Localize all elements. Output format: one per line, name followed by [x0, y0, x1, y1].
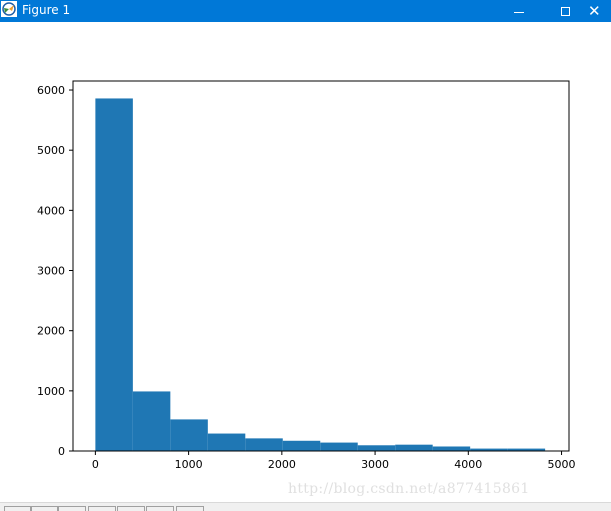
save-icon[interactable]	[176, 506, 204, 511]
histogram-bars	[95, 98, 546, 451]
histogram-bar-1	[132, 391, 171, 451]
histogram-bar-6	[320, 442, 358, 451]
x-axis-ticks: 0 1000 2000 3000 4000 5000	[92, 451, 576, 471]
home-icon[interactable]	[4, 506, 32, 511]
y-tick-label-4: 4000	[37, 204, 65, 217]
maximize-button[interactable]	[542, 0, 588, 22]
histogram-bar-9	[432, 446, 471, 451]
close-icon: ✕	[588, 1, 601, 20]
figure-canvas[interactable]: 0 1000 2000 3000 4000 5000 0 1000 2000 3000 4000 5…	[0, 22, 611, 502]
zoom-icon[interactable]	[117, 506, 145, 511]
window-title: Figure 1	[22, 3, 71, 17]
back-icon[interactable]	[30, 506, 58, 511]
histogram-bar-2	[170, 419, 208, 451]
x-tick-label-1: 1000	[175, 458, 203, 471]
subplots-icon[interactable]	[146, 506, 174, 511]
histogram-bar-5	[282, 440, 321, 451]
forward-icon[interactable]	[58, 506, 86, 511]
histogram-bar-3	[207, 433, 246, 451]
watermark-text: http://blog.csdn.net/a877415861	[288, 481, 530, 497]
y-tick-label-6: 6000	[37, 84, 65, 97]
maximize-icon	[560, 6, 570, 16]
y-tick-label-0: 0	[58, 445, 65, 458]
x-tick-label-2: 2000	[268, 458, 296, 471]
histogram-bar-4	[245, 438, 283, 451]
window-titlebar[interactable]: Figure 1 ✕	[0, 0, 611, 22]
x-tick-label-3: 3000	[361, 458, 389, 471]
x-tick-label-4: 4000	[454, 458, 482, 471]
x-tick-label-0: 0	[92, 458, 99, 471]
y-tick-label-3: 3000	[37, 265, 65, 278]
histogram-bar-8	[395, 444, 433, 451]
y-tick-label-1: 1000	[37, 385, 65, 398]
pan-icon[interactable]	[88, 506, 116, 511]
y-tick-label-5: 5000	[37, 144, 65, 157]
x-tick-label-5: 5000	[548, 458, 576, 471]
histogram-bar-7	[357, 445, 396, 451]
histogram-bar-0	[95, 98, 133, 451]
matplotlib-figure-icon[interactable]	[0, 0, 18, 18]
y-tick-label-2: 2000	[37, 325, 65, 338]
minimize-button[interactable]	[496, 0, 542, 22]
close-button[interactable]: ✕	[588, 0, 611, 22]
y-axis-ticks: 0 1000 2000 3000 4000 5000 6000	[37, 84, 73, 458]
minimize-icon	[514, 11, 524, 13]
